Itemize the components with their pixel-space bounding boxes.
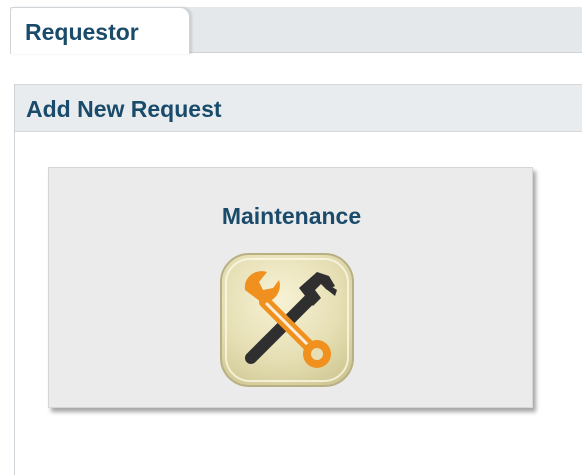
panel-header: Add New Request [15,84,582,132]
add-request-panel: Add New Request Maintenance [14,84,582,475]
tab-bar: Requestor [10,7,582,54]
panel-title: Add New Request [26,96,222,122]
card-title: Maintenance [221,203,362,229]
request-type-card-maintenance[interactable]: Maintenance [48,167,533,408]
tab-requestor[interactable]: Requestor [10,7,190,54]
wrench-hammer-icon [217,250,357,390]
tab-label: Requestor [25,19,139,45]
